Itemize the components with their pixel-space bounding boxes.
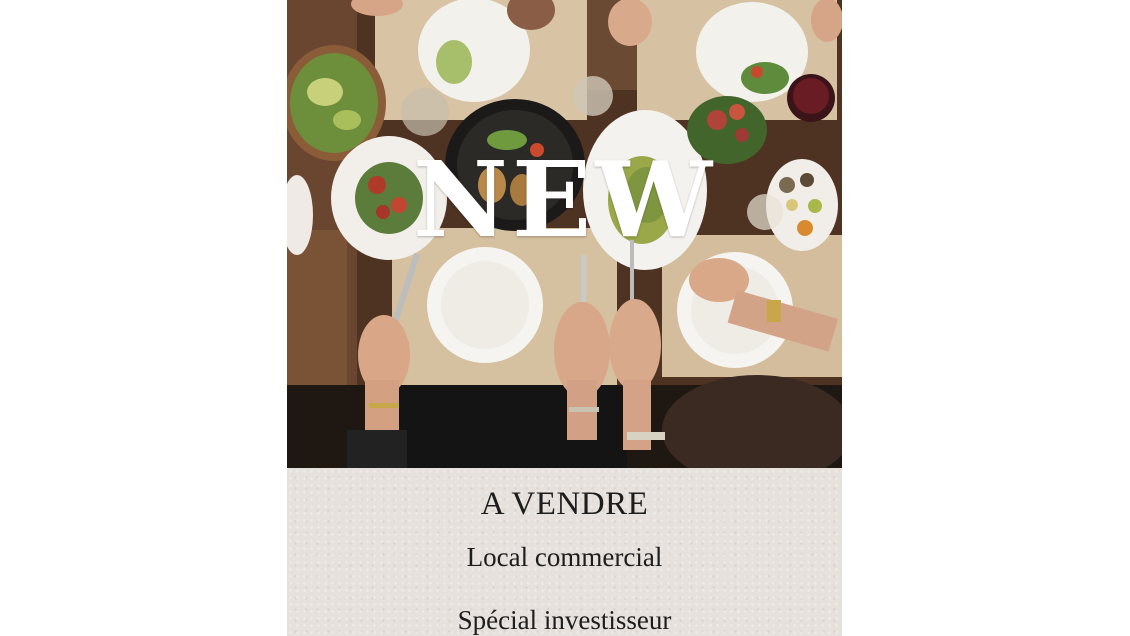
poster-tagline: Spécial investisseur — [457, 605, 672, 635]
poster-title: A VENDRE — [480, 486, 649, 522]
poster-subtitle: Local commercial — [466, 542, 663, 572]
headline-new: NEW — [412, 138, 717, 261]
real-estate-poster: NEW A VENDRE Local commercial Spécial in… — [287, 0, 842, 636]
